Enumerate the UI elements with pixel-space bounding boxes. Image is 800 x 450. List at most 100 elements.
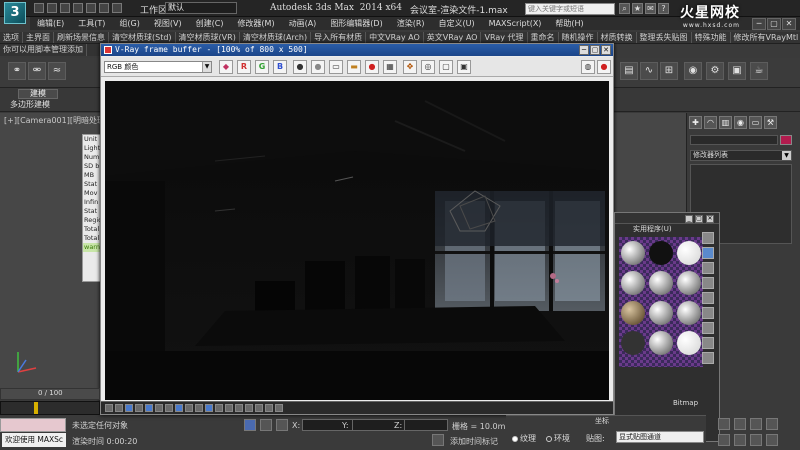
mapping-select[interactable]: 显式贴图通道 [616, 431, 704, 443]
region-render-icon[interactable]: ◎ [421, 60, 435, 74]
vfb-maximize-button[interactable]: ▢ [590, 45, 600, 55]
status-icon[interactable] [225, 404, 233, 412]
track-bar[interactable] [0, 401, 100, 415]
viewport-label[interactable]: [+][Camera001][明暗处理] [4, 115, 108, 126]
z-field[interactable] [404, 419, 448, 431]
object-color-swatch[interactable] [780, 135, 792, 145]
status-icon[interactable] [275, 404, 283, 412]
menu-animation[interactable]: 动画(A) [282, 17, 324, 30]
material-slots[interactable] [619, 237, 703, 367]
maximize-button[interactable]: ▢ [695, 215, 703, 223]
chevron-down-icon[interactable]: ▼ [782, 151, 791, 160]
add-time-tag[interactable]: 添加时间标记 [450, 436, 498, 447]
bucket-icon[interactable]: ▣ [457, 60, 471, 74]
menu-rendering[interactable]: 渲染(R) [390, 17, 432, 30]
red-channel-button[interactable]: R [237, 60, 251, 74]
modifier-list-select[interactable]: 修改器列表 ▼ [690, 150, 792, 161]
unlink-icon[interactable]: ⚮ [28, 62, 46, 80]
alpha-icon[interactable]: ● [293, 60, 307, 74]
material-editor-titlebar[interactable] [615, 213, 719, 224]
workspace-select[interactable]: 默认 [165, 2, 237, 14]
maximize-viewport-icon[interactable] [766, 434, 778, 446]
close-button[interactable]: ✕ [706, 215, 714, 223]
menu-edit[interactable]: 编辑(E) [30, 17, 71, 30]
zoom-extents-icon[interactable] [750, 418, 762, 430]
utilities-tab-icon[interactable]: ⚒ [764, 116, 777, 129]
minimize-button[interactable]: ─ [752, 18, 766, 30]
zoom-extents-all-icon[interactable] [766, 418, 778, 430]
chevron-down-icon[interactable]: ▼ [202, 62, 211, 72]
search-icon[interactable]: ⌕ [619, 3, 630, 14]
status-icon[interactable] [115, 404, 123, 412]
lock-icon[interactable] [260, 419, 272, 431]
display-tab-icon[interactable]: ▭ [749, 116, 762, 129]
search-input[interactable]: 键入关键字或短语 [525, 3, 615, 15]
channel-select[interactable]: RGB 颜色 ▼ [104, 61, 212, 73]
blue-channel-button[interactable]: B [273, 60, 287, 74]
menu-modifiers[interactable]: 修改器(M) [230, 17, 281, 30]
script-tab[interactable]: 整理丢失贴图 [637, 32, 692, 43]
motion-tab-icon[interactable]: ◉ [734, 116, 747, 129]
status-icon[interactable] [245, 404, 253, 412]
options-icon[interactable] [702, 322, 714, 334]
undo-icon[interactable] [73, 3, 83, 13]
menu-tools[interactable]: 工具(T) [71, 17, 112, 30]
link-obj-icon[interactable]: ▢ [439, 60, 453, 74]
vfb-minimize-button[interactable]: ─ [579, 45, 589, 55]
menu-help[interactable]: 帮助(H) [548, 17, 590, 30]
bind-spacewarp-icon[interactable]: ≈ [48, 62, 66, 80]
fetch-icon[interactable] [112, 3, 122, 13]
bitmap-label[interactable]: Bitmap [673, 399, 698, 407]
menu-customize[interactable]: 自定义(U) [432, 17, 482, 30]
color-balance-icon[interactable]: ◆ [219, 60, 233, 74]
object-name-field[interactable] [690, 135, 778, 145]
redo-icon[interactable] [86, 3, 96, 13]
render-setup-icon[interactable]: ⚙ [706, 62, 724, 80]
status-icon[interactable] [265, 404, 273, 412]
rendered-image[interactable] [105, 81, 609, 400]
menu-group[interactable]: 组(G) [112, 17, 146, 30]
absolute-mode-icon[interactable] [276, 419, 288, 431]
sample-type-icon[interactable] [702, 232, 714, 244]
orbit-icon[interactable] [750, 434, 762, 446]
named-selection-icon[interactable]: ▤ [620, 62, 638, 80]
status-icon[interactable] [125, 404, 133, 412]
app-logo-icon[interactable]: 3 [4, 2, 26, 24]
status-icon[interactable] [215, 404, 223, 412]
render-icon[interactable]: ● [597, 60, 611, 74]
schematic-view-icon[interactable]: ⊞ [660, 62, 678, 80]
maximize-button[interactable]: ▢ [767, 18, 781, 30]
backlight-icon[interactable] [702, 247, 714, 259]
background-icon[interactable] [702, 262, 714, 274]
status-icon[interactable] [145, 404, 153, 412]
zoom-icon[interactable] [718, 418, 730, 430]
clear-image-icon[interactable]: ● [365, 60, 379, 74]
menu-maxscript[interactable]: MAXScript(X) [482, 17, 549, 30]
communication-icon[interactable]: ✉ [645, 3, 656, 14]
add-time-tag-icon[interactable] [432, 434, 444, 446]
video-check-icon[interactable] [702, 292, 714, 304]
hold-icon[interactable] [99, 3, 109, 13]
script-tab[interactable]: 修改所有VRayMtl [731, 32, 800, 43]
save-image-icon[interactable]: ▭ [329, 60, 343, 74]
create-tab-icon[interactable]: ✚ [689, 116, 702, 129]
material-navigator-icon[interactable] [702, 352, 714, 364]
modify-tab-icon[interactable]: ◠ [704, 116, 717, 129]
utilities-menu[interactable]: 实用程序(U) [633, 224, 672, 234]
stop-render-icon[interactable]: ◍ [581, 60, 595, 74]
status-icon[interactable] [175, 404, 183, 412]
duplicate-icon[interactable]: ▦ [383, 60, 397, 74]
status-icon[interactable] [255, 404, 263, 412]
new-file-icon[interactable] [34, 3, 44, 13]
load-image-icon[interactable]: ▬ [347, 60, 361, 74]
status-icon[interactable] [235, 404, 243, 412]
help-icon[interactable]: ? [658, 3, 669, 14]
zoom-all-icon[interactable] [734, 418, 746, 430]
status-icon[interactable] [205, 404, 213, 412]
isolate-icon[interactable] [244, 419, 256, 431]
close-button[interactable]: ✕ [782, 18, 796, 30]
select-by-material-icon[interactable] [702, 337, 714, 349]
status-icon[interactable] [135, 404, 143, 412]
coordinates-title[interactable]: 坐标 [595, 416, 609, 426]
status-icon[interactable] [155, 404, 163, 412]
